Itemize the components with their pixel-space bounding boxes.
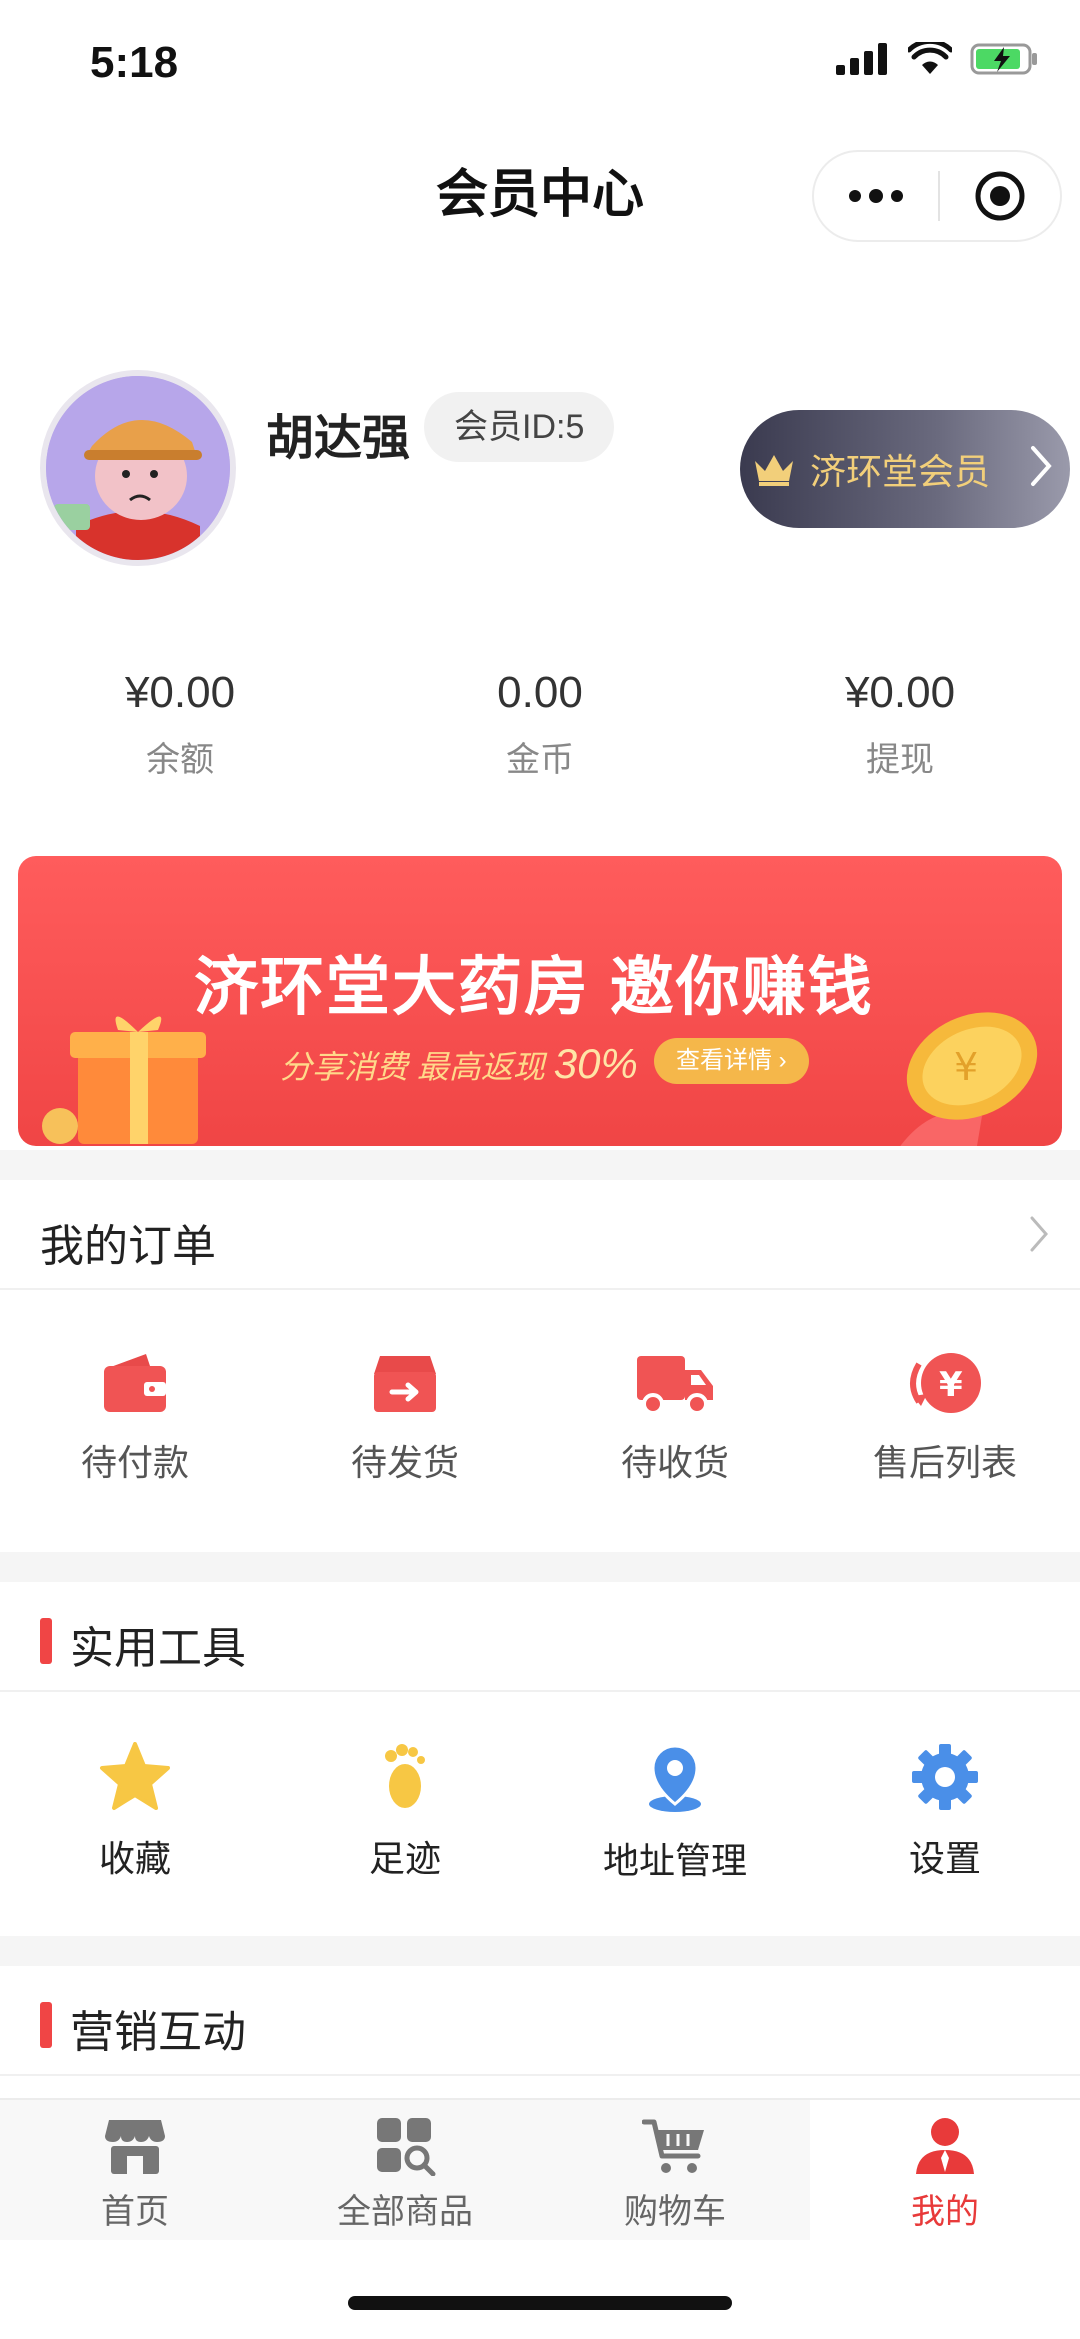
chevron-right-icon	[1030, 1216, 1048, 1252]
more-dots-icon	[849, 189, 903, 203]
svg-text:¥: ¥	[954, 1045, 978, 1089]
marketing-header: 营销互动	[0, 1966, 1080, 2076]
stat-value: ¥0.00	[124, 668, 236, 717]
username: 胡达强	[266, 412, 411, 465]
section-divider	[0, 1552, 1080, 1582]
banner-headline: 济环堂大药房 邀你赚钱	[194, 951, 874, 1023]
order-after-sales[interactable]: ¥ 售后列表	[810, 1350, 1080, 1486]
signal-icon	[836, 43, 887, 75]
order-label: 待发货	[350, 1442, 459, 1483]
home-indicator[interactable]	[348, 2296, 732, 2310]
wallet-icon	[104, 1354, 166, 1412]
tab-cart[interactable]: 购物车	[540, 2100, 810, 2240]
avatar[interactable]	[40, 370, 236, 566]
truck-icon	[637, 1356, 713, 1415]
ship-box-icon	[374, 1356, 436, 1412]
stat-label: 金币	[506, 741, 574, 779]
order-pending-shipment[interactable]: 待发货	[270, 1350, 540, 1486]
bottom-tab-bar: 首页 全部商品 购物车 我的	[0, 2098, 1080, 2240]
tab-all-products[interactable]: 全部商品	[270, 2100, 540, 2240]
tab-label: 首页	[101, 2193, 169, 2231]
section-divider	[0, 1150, 1080, 1180]
vip-member-button[interactable]: 济环堂会员	[740, 410, 1070, 528]
close-mini-program-button[interactable]	[940, 152, 1060, 240]
order-label: 售后列表	[872, 1442, 1017, 1483]
wallet-stats: ¥0.00 余额 0.00 金币 ¥0.00 提现	[0, 668, 1080, 788]
tools-header: 实用工具	[0, 1582, 1080, 1692]
tool-label: 设置	[908, 1838, 981, 1879]
user-icon	[916, 2118, 974, 2174]
tool-label: 地址管理	[602, 1840, 747, 1881]
grid-search-icon	[377, 2118, 436, 2176]
location-pin-icon	[649, 1744, 701, 1812]
tab-label: 购物车	[624, 2193, 726, 2231]
promo-banner[interactable]: ¥ 济环堂大药房 邀你赚钱 分享消费 最高返现 30% 查看详情 ›	[18, 856, 1062, 1146]
tool-footprints[interactable]: 足迹	[270, 1742, 540, 1884]
banner-percent: 30%	[553, 1040, 638, 1087]
tool-favorites[interactable]: 收藏	[0, 1742, 270, 1884]
tool-address[interactable]: 地址管理	[540, 1742, 810, 1884]
cart-icon	[642, 2119, 704, 2173]
refund-icon: ¥	[910, 1353, 981, 1413]
gold-coin-icon: ¥	[900, 1012, 1038, 1146]
footprint-icon	[385, 1744, 425, 1808]
section-accent-bar	[40, 2002, 52, 2048]
order-status-grid: 待付款 待发货 待收货 ¥ 售后列表	[0, 1350, 1080, 1486]
more-button[interactable]	[814, 152, 938, 240]
order-pending-payment[interactable]: 待付款	[0, 1350, 270, 1486]
target-close-icon	[975, 171, 1025, 221]
profile-header: 胡达强 会员ID:5 济环堂会员	[0, 360, 1080, 580]
tab-label: 我的	[911, 2193, 979, 2231]
status-bar: 5:18	[0, 0, 1080, 130]
stat-withdraw[interactable]: ¥0.00 提现	[720, 668, 1080, 788]
order-label: 待收货	[620, 1442, 729, 1483]
chevron-right-icon	[1031, 446, 1052, 486]
wifi-icon	[908, 42, 952, 74]
order-pending-receipt[interactable]: 待收货	[540, 1350, 810, 1486]
mini-program-capsule	[812, 150, 1062, 242]
vip-label: 济环堂会员	[810, 451, 991, 492]
tab-label: 全部商品	[337, 2193, 473, 2231]
stat-value: 0.00	[497, 668, 583, 717]
tool-label: 足迹	[368, 1838, 441, 1879]
gear-icon	[912, 1744, 978, 1810]
section-divider	[0, 1936, 1080, 1966]
tool-settings[interactable]: 设置	[810, 1742, 1080, 1884]
stat-coins[interactable]: 0.00 金币	[360, 668, 720, 788]
banner-subtitle-text: 分享消费 最高返现	[280, 1049, 545, 1085]
nav-bar: 会员中心	[0, 130, 1080, 242]
battery-charging-icon	[970, 43, 1037, 75]
crown-icon	[755, 455, 793, 486]
status-icons	[836, 42, 1040, 76]
store-icon	[105, 2120, 165, 2174]
tools-title: 实用工具	[70, 1624, 246, 1673]
stat-label: 提现	[866, 741, 934, 779]
view-details-button[interactable]: 查看详情 ›	[654, 1038, 809, 1084]
orders-header[interactable]: 我的订单	[0, 1180, 1080, 1290]
banner-subtitle: 分享消费 最高返现 30%	[280, 1040, 638, 1088]
tab-mine[interactable]: 我的	[810, 2100, 1080, 2240]
stat-label: 余额	[146, 741, 214, 779]
svg-text:¥: ¥	[939, 1365, 963, 1405]
order-label: 待付款	[80, 1442, 189, 1483]
orders-title: 我的订单	[40, 1222, 216, 1271]
marketing-title: 营销互动	[70, 2008, 246, 2057]
stat-value: ¥0.00	[844, 668, 956, 717]
tab-home[interactable]: 首页	[0, 2100, 270, 2240]
tool-label: 收藏	[98, 1838, 171, 1879]
stat-balance[interactable]: ¥0.00 余额	[0, 668, 360, 788]
star-icon	[100, 1742, 170, 1810]
tools-grid: 收藏 足迹 地址管理 设置	[0, 1742, 1080, 1884]
member-id-badge: 会员ID:5	[424, 392, 615, 462]
avatar-cartoon-icon	[46, 376, 230, 560]
status-time: 5:18	[90, 38, 179, 87]
section-accent-bar	[40, 1618, 52, 1664]
